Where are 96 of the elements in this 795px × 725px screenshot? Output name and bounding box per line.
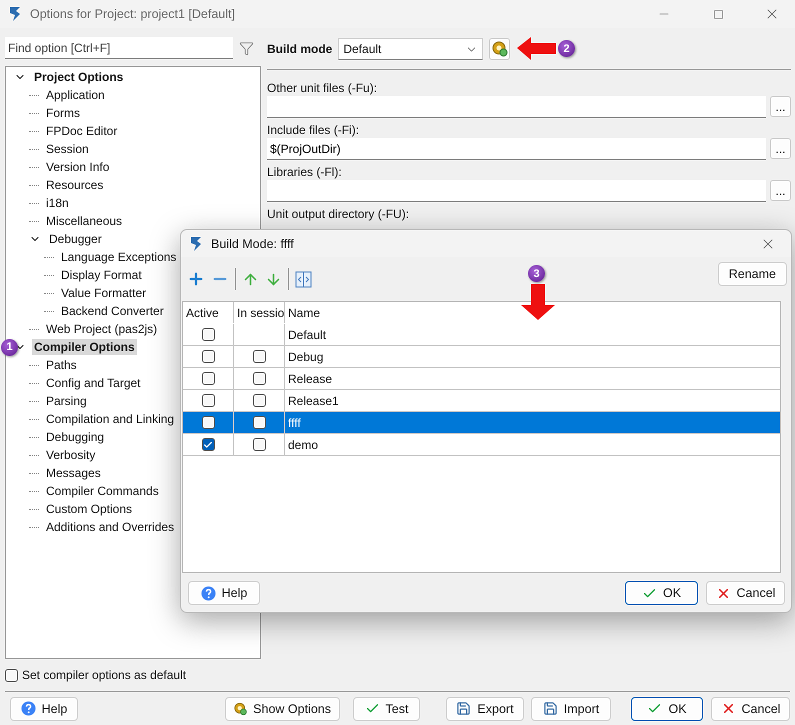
arrow (516, 36, 558, 62)
table-row[interactable]: demo (183, 434, 780, 456)
build-mode-label: Build mode (267, 42, 332, 56)
rename-button[interactable]: Rename (718, 262, 787, 286)
checkbox-label: Set compiler options as default (22, 668, 186, 682)
table-row[interactable]: ffff (183, 412, 780, 434)
tree-item[interactable]: Backend Converter (59, 303, 166, 319)
path-field[interactable]: $(ProjOutDir) (267, 138, 766, 160)
test-button[interactable]: Test (353, 696, 420, 720)
file-button[interactable]: Import (531, 696, 611, 720)
tree-item[interactable]: Custom Options (44, 501, 134, 517)
tree-item[interactable]: Parsing (44, 393, 89, 409)
tree-item[interactable]: Session (44, 141, 91, 157)
tree-item[interactable]: Debugging (44, 429, 106, 445)
checkbox[interactable] (252, 438, 266, 451)
app-logo-icon (8, 6, 22, 22)
path-field[interactable] (267, 96, 766, 118)
cancel-button[interactable]: Cancel (706, 581, 785, 605)
field-label: Unit output directory (-FU): (267, 206, 410, 222)
table-cell: Debug (288, 350, 324, 364)
table-row[interactable]: Release1 (183, 390, 780, 412)
annotation-badge: 2 (558, 40, 575, 57)
maximize-icon[interactable] (712, 8, 724, 20)
column-header: In sessio (234, 302, 285, 323)
checkbox[interactable] (202, 328, 214, 341)
tree-item[interactable]: Compiler Options (32, 339, 137, 355)
tree-item[interactable]: Display Format (59, 267, 144, 283)
tree-item[interactable]: Resources (44, 177, 106, 193)
table-row[interactable]: Default (183, 324, 780, 346)
tree-item[interactable]: Web Project (pas2js) (44, 321, 160, 337)
checkbox[interactable] (252, 394, 266, 407)
path-field[interactable] (267, 180, 766, 202)
table-row[interactable]: Release (183, 368, 780, 390)
clear-filter-icon[interactable] (239, 40, 254, 56)
app-logo-icon (189, 236, 203, 252)
help-icon (200, 586, 216, 600)
file-button[interactable]: Export (446, 696, 524, 720)
tree-item[interactable]: Messages (44, 465, 103, 481)
annotation-badge: 1 (1, 338, 18, 356)
checkbox[interactable] (252, 350, 266, 363)
tree-item[interactable]: Paths (44, 357, 79, 373)
tree-item[interactable]: Config and Target (44, 375, 143, 391)
ok-button[interactable]: OK (631, 696, 703, 720)
table-row[interactable]: Debug (183, 346, 780, 368)
tree-item[interactable]: Additions and Overrides (44, 519, 176, 535)
search-field[interactable]: Find option [Ctrl+F] (5, 37, 233, 59)
show-options-button[interactable]: Show Options (225, 696, 340, 720)
tree-item[interactable]: Compilation and Linking (44, 411, 176, 427)
annotation-badge: 3 (528, 265, 545, 282)
tree-item[interactable]: Forms (44, 105, 82, 121)
column-header: Active (183, 302, 234, 323)
column-header: Name (287, 304, 322, 322)
browse-button[interactable]: ... (770, 96, 791, 117)
tree-item[interactable]: Language Exceptions (59, 249, 178, 265)
add-icon[interactable] (187, 270, 205, 288)
build-modes-button[interactable] (489, 38, 510, 60)
tree-item[interactable]: Application (44, 87, 107, 103)
checkbox[interactable] (202, 394, 214, 407)
checkbox[interactable] (252, 372, 266, 385)
compare-icon[interactable] (295, 270, 312, 288)
field-label: Other unit files (-Fu): (267, 80, 378, 96)
tree-item[interactable]: Compiler Commands (44, 483, 161, 499)
table-cell: demo (288, 438, 318, 452)
tree-item[interactable]: Value Formatter (59, 285, 148, 301)
field-label: Include files (-Fi): (267, 122, 360, 138)
field-label: Libraries (-Fl): (267, 164, 343, 180)
help-button[interactable]: Help (10, 696, 78, 720)
checkbox[interactable] (202, 372, 214, 385)
tree-item[interactable]: Verbosity (44, 447, 98, 463)
browse-button[interactable]: ... (770, 138, 791, 159)
gear-icon (234, 700, 248, 716)
dialog-title: Build Mode: ffff (211, 236, 295, 250)
checkbox[interactable] (202, 350, 214, 363)
tree-item[interactable]: Version Info (44, 159, 112, 175)
cancel-button[interactable]: Cancel (711, 696, 790, 720)
checkbox[interactable] (202, 438, 214, 451)
browse-button[interactable]: ... (770, 180, 791, 201)
table-cell: Release (288, 372, 332, 386)
checkbox[interactable] (252, 416, 266, 429)
gear-icon (492, 41, 508, 57)
tree-item[interactable]: Project Options (32, 69, 126, 85)
build-mode-dropdown[interactable]: Default (338, 38, 484, 60)
checkbox[interactable] (5, 668, 18, 682)
help-button[interactable]: Help (188, 581, 260, 605)
window-title: Options for Project: project1 [Default] (30, 7, 236, 21)
table-cell: Release1 (288, 394, 339, 408)
arrow (520, 283, 556, 321)
table-cell: ffff (288, 416, 301, 430)
help-icon (20, 701, 36, 716)
table-cell: Default (288, 328, 326, 342)
tree-item[interactable]: FPDoc Editor (44, 123, 120, 139)
tree-item[interactable]: i18n (44, 195, 71, 211)
ok-button[interactable]: OK (625, 581, 698, 605)
checkbox[interactable] (202, 416, 214, 429)
tree-item[interactable]: Miscellaneous (44, 213, 124, 229)
tree-item[interactable]: Debugger (47, 231, 104, 247)
